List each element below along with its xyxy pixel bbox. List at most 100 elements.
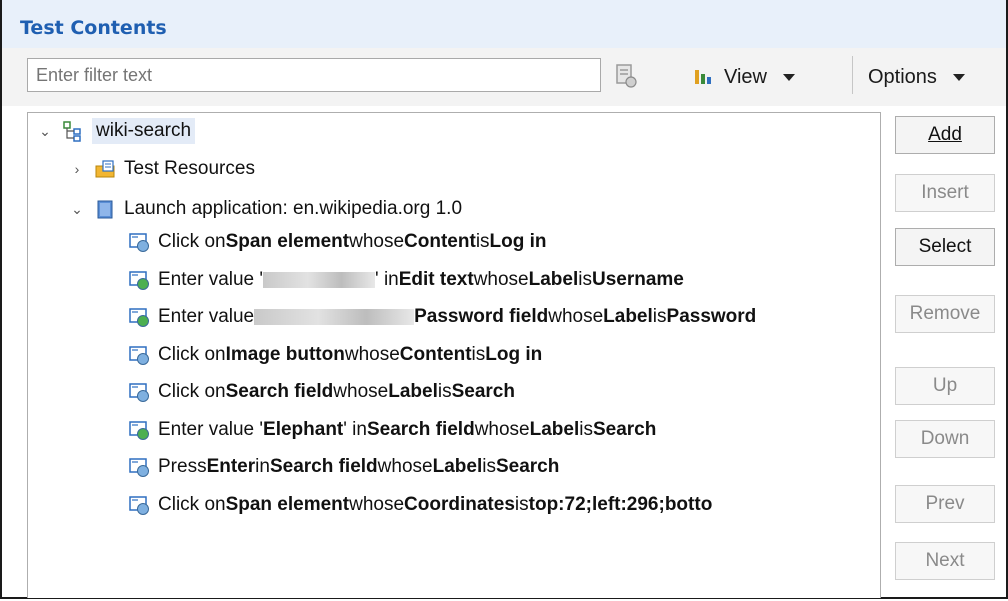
toolbar-separator: [852, 56, 853, 94]
step-text: is: [652, 306, 667, 327]
step-keyword: Label: [529, 418, 580, 440]
step-text: Click on: [158, 231, 226, 252]
insert-button[interactable]: Insert: [895, 174, 995, 212]
tree-resources-label: Test Resources: [124, 158, 255, 179]
step-text: is: [437, 381, 452, 402]
step-text: Press: [158, 456, 207, 477]
test-tree-icon: [63, 121, 81, 142]
prev-button[interactable]: Prev: [895, 485, 995, 523]
step-keyword: Search: [451, 381, 515, 402]
view-menu[interactable]: View: [692, 59, 795, 95]
redacted-value: [263, 271, 376, 288]
step-keyword: Label: [388, 381, 438, 402]
next-button[interactable]: Next: [895, 542, 995, 580]
step-keyword: Search field: [366, 418, 475, 440]
options-menu-label: Options: [868, 65, 937, 88]
tree-item-root[interactable]: ⌄ wiki-search: [36, 115, 196, 147]
step-text: whose: [474, 418, 530, 440]
tree-root-label: wiki-search: [92, 118, 196, 144]
step-keyword: Edit text: [398, 268, 474, 290]
step-keyword: Label: [432, 456, 483, 477]
step-text: Click on: [158, 493, 226, 515]
click-step-icon: [129, 458, 149, 477]
tree-item-step[interactable]: Click on Span element whose Content is L…: [128, 226, 547, 258]
step-text: Click on: [158, 343, 226, 365]
step-keyword: Label: [603, 306, 653, 327]
click-step-icon: [129, 495, 149, 515]
tree-item-step[interactable]: Enter value ' Elephant ' in Search field w…: [128, 414, 656, 446]
step-keyword: Username: [591, 268, 684, 290]
step-keyword: Elephant: [263, 418, 344, 440]
step-keyword: top:72;left:296;botto: [528, 493, 713, 515]
step-keyword: Content: [399, 343, 472, 365]
view-icon: [695, 70, 711, 84]
enter-value-step-icon: [129, 420, 149, 440]
step-text: is: [578, 268, 592, 290]
down-button[interactable]: Down: [895, 420, 995, 458]
launch-app-icon: [97, 200, 113, 219]
step-text: is: [471, 343, 486, 365]
remove-button[interactable]: Remove: [895, 295, 995, 333]
chevron-down-icon: [952, 73, 965, 81]
step-keyword: Coordinates: [404, 493, 515, 515]
step-text: is: [514, 493, 529, 515]
step-keyword: Search: [592, 418, 657, 440]
step-keyword: Span element: [225, 493, 350, 515]
enter-value-step-icon: [129, 270, 149, 290]
step-text: Enter value ': [158, 418, 264, 440]
clear-filter-icon[interactable]: [614, 63, 638, 89]
panel-header: Test Contents: [2, 0, 1006, 49]
chevron-down-icon[interactable]: ⌄: [68, 201, 86, 218]
step-text: in: [255, 456, 270, 477]
step-text: whose: [333, 381, 389, 402]
test-tree[interactable]: ⌄ wiki-search › Test Resources ⌄ Launch …: [27, 112, 881, 598]
tree-item-step[interactable]: Click on Image button whose Content is L…: [128, 339, 542, 371]
filter-input[interactable]: [27, 58, 601, 92]
enter-value-step-icon: [129, 308, 149, 327]
tree-item-step[interactable]: Enter value ' ' in Edit text whose Label …: [128, 264, 684, 296]
step-text: whose: [349, 231, 405, 252]
click-step-icon: [129, 233, 149, 252]
chevron-right-icon[interactable]: ›: [68, 161, 86, 177]
step-keyword: Content: [404, 231, 476, 252]
tree-item-step[interactable]: Click on Span element whose Coordinates …: [128, 489, 712, 521]
step-text: Enter value: [158, 306, 255, 327]
step-text: whose: [473, 268, 529, 290]
step-keyword: Password field: [414, 306, 549, 327]
step-keyword: Search field: [269, 456, 378, 477]
click-step-icon: [129, 383, 149, 402]
add-button[interactable]: Add: [895, 116, 995, 154]
step-text: Enter value ': [158, 268, 264, 290]
tree-launch-label: Launch application: en.wikipedia.org 1.0: [124, 198, 463, 219]
select-button[interactable]: Select: [895, 228, 995, 266]
step-text: whose: [344, 343, 400, 365]
step-text: is: [475, 231, 490, 252]
step-text: Click on: [158, 381, 226, 402]
step-text: is: [579, 418, 593, 440]
chevron-down-icon[interactable]: ⌄: [36, 123, 54, 140]
step-text: is: [482, 456, 496, 477]
panel-title: Test Contents: [20, 17, 167, 39]
step-keyword: Image button: [225, 343, 345, 365]
step-keyword: Enter: [206, 456, 256, 477]
step-text: ' in: [343, 418, 367, 440]
step-keyword: Search field: [225, 381, 334, 402]
tree-item-launch[interactable]: ⌄ Launch application: en.wikipedia.org 1…: [68, 193, 462, 225]
tree-item-step[interactable]: Enter value Password field whose Label i…: [128, 301, 756, 333]
tree-item-test-resources[interactable]: › Test Resources: [68, 153, 255, 185]
step-text: whose: [377, 456, 433, 477]
chevron-down-icon: [783, 73, 795, 81]
step-keyword: Label: [528, 268, 579, 290]
step-text: ' in: [375, 268, 399, 290]
tree-item-step[interactable]: Click on Search field whose Label is Sea…: [128, 376, 515, 408]
step-text: whose: [349, 493, 405, 515]
test-contents-panel: Test Contents View Options ⌄: [0, 0, 1008, 599]
up-button[interactable]: Up: [895, 367, 995, 405]
view-menu-label: View: [724, 65, 767, 88]
options-menu[interactable]: Options: [868, 59, 965, 95]
click-step-icon: [129, 345, 149, 365]
step-keyword: Log in: [485, 343, 543, 365]
redacted-value: [254, 309, 415, 325]
step-keyword: Password: [666, 306, 757, 327]
tree-item-step[interactable]: Press Enter in Search field whose Label …: [128, 451, 559, 483]
